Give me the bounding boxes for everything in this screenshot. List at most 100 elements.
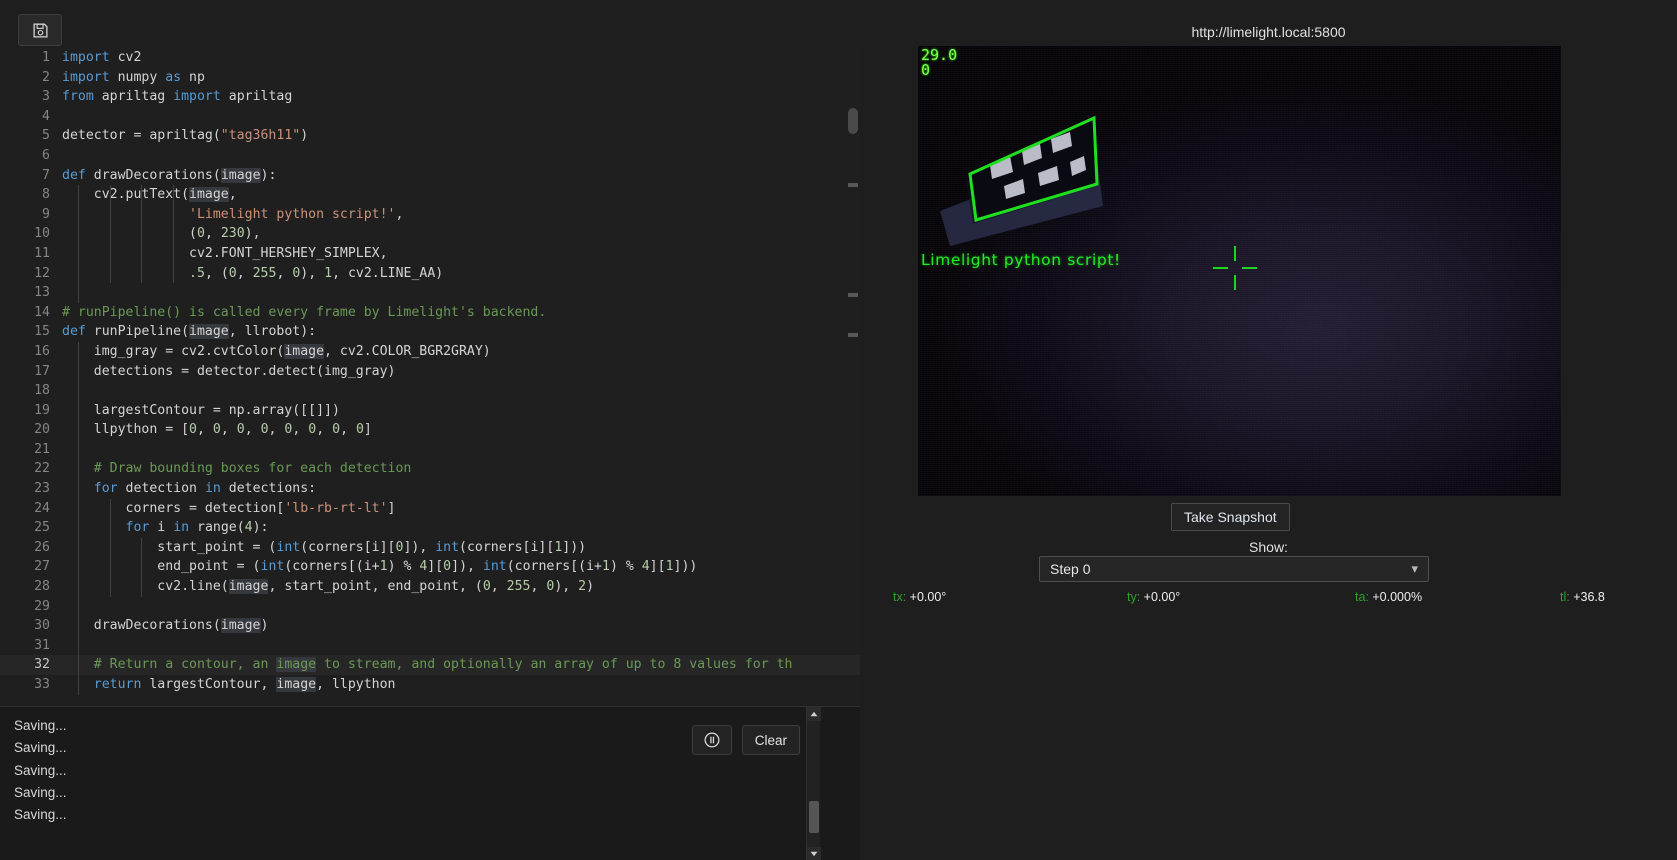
- console-line: Saving...: [14, 762, 67, 778]
- code-line[interactable]: 30 drawDecorations(image): [0, 616, 860, 636]
- code-text: cv2.FONT_HERSHEY_SIMPLEX,: [62, 245, 388, 261]
- code-line[interactable]: 32 # Return a contour, an image to strea…: [0, 655, 860, 675]
- code-text: # runPipeline() is called every frame by…: [62, 304, 547, 320]
- code-line[interactable]: 7 def drawDecorations(image):: [0, 166, 860, 186]
- line-number: 9: [42, 206, 50, 222]
- code-line[interactable]: 2 import numpy as np: [0, 68, 860, 88]
- status-value: +0.000%: [1372, 590, 1423, 604]
- code-line[interactable]: 33 return largestContour, image, llpytho…: [0, 675, 860, 695]
- step-select[interactable]: Step 0 ▾: [1039, 556, 1429, 582]
- code-text: largestContour = np.array([[]]): [62, 402, 340, 418]
- code-line[interactable]: 24 corners = detection['lb-rb-rt-lt']: [0, 498, 860, 519]
- indent-guide: [78, 439, 79, 460]
- code-line[interactable]: 14 # runPipeline() is called every frame …: [0, 303, 860, 323]
- fps-readout-secondary: 0: [921, 61, 931, 79]
- code-line[interactable]: 15 def runPipeline(image, llrobot):: [0, 322, 860, 342]
- code-text: drawDecorations(image): [62, 618, 269, 634]
- code-line[interactable]: 22 # Draw bounding boxes for each detect…: [0, 459, 860, 480]
- crosshair-icon: [1213, 246, 1257, 290]
- line-number: 1: [42, 50, 50, 65]
- code-line[interactable]: 12 .5, (0, 255, 0), 1, cv2.LINE_AA): [0, 263, 860, 284]
- code-line[interactable]: 29: [0, 596, 860, 617]
- indent-guide: [172, 243, 174, 264]
- line-number: 18: [34, 383, 50, 399]
- indent-guide: [78, 655, 79, 675]
- camera-stream[interactable]: 29.0 0 Limelight python script!: [918, 46, 1561, 496]
- indent-guide: [172, 204, 174, 225]
- status-key: tl:: [1560, 590, 1574, 604]
- chevron-down-icon: ▾: [1411, 561, 1418, 576]
- code-line[interactable]: 21: [0, 439, 860, 460]
- code-line[interactable]: 20 llpython = [0, 0, 0, 0, 0, 0, 0, 0]: [0, 420, 860, 440]
- code-line[interactable]: 4: [0, 107, 860, 127]
- indent-guide: [109, 224, 111, 244]
- code-line[interactable]: 9 'Limelight python script!',: [0, 204, 860, 225]
- code-text: import numpy as np: [62, 69, 205, 85]
- status-value: +36.8: [1573, 590, 1605, 604]
- code-line[interactable]: 13: [0, 283, 860, 303]
- indent-guide: [78, 400, 79, 421]
- code-line[interactable]: 25 for i in range(4):: [0, 518, 860, 538]
- code-text: def runPipeline(image, llrobot):: [62, 324, 317, 340]
- console-line: Saving...: [14, 784, 67, 800]
- indent-guide: [78, 420, 79, 440]
- code-line[interactable]: 16 img_gray = cv2.cvtColor(image, cv2.CO…: [0, 341, 860, 362]
- indent-guide: [141, 263, 143, 284]
- code-text: (0, 230),: [62, 226, 261, 242]
- code-line[interactable]: 23 for detection in detections:: [0, 479, 860, 499]
- scroll-marker: [848, 333, 858, 337]
- code-line[interactable]: 11 cv2.FONT_HERSHEY_SIMPLEX,: [0, 243, 860, 264]
- indent-guide: [109, 557, 111, 578]
- code-line[interactable]: 17 detections = detector.detect(img_gray…: [0, 361, 860, 382]
- caret-up-icon: [810, 711, 818, 717]
- code-text: from apriltag import apriltag: [62, 89, 293, 105]
- status-tl: tl: +36.8: [1560, 590, 1605, 604]
- indent-guide: [78, 263, 79, 284]
- line-number: 2: [42, 69, 50, 85]
- show-label: Show:: [1249, 539, 1288, 555]
- indent-guide: [78, 243, 79, 264]
- code-line[interactable]: 6: [0, 146, 860, 166]
- code-line[interactable]: 1 import cv2: [0, 48, 860, 68]
- code-editor[interactable]: 1 import cv2 2 import numpy as np 3 from apri…: [0, 48, 860, 703]
- code-line[interactable]: 5 detector = apriltag("tag36h11"): [0, 126, 860, 146]
- code-text: for i in range(4):: [125, 520, 269, 536]
- console-vertical-scrollbar[interactable]: [806, 707, 821, 860]
- editor-scroll-thumb[interactable]: [848, 108, 858, 134]
- indent-guide: [78, 283, 79, 303]
- line-number: 27: [34, 559, 50, 575]
- line-number: 32: [34, 657, 50, 673]
- code-line[interactable]: 18: [0, 381, 860, 401]
- code-scroll-viewport[interactable]: 1 import cv2 2 import numpy as np 3 from apri…: [0, 48, 860, 703]
- take-snapshot-button[interactable]: Take Snapshot: [1171, 503, 1290, 531]
- code-line[interactable]: 26 start_point = (int(corners[i][0]), in…: [0, 537, 860, 558]
- indent-guide: [78, 381, 79, 401]
- line-number: 33: [34, 677, 50, 692]
- console-line: Saving...: [14, 807, 67, 823]
- editor-toolbar: [0, 0, 860, 48]
- code-text: # Return a contour, an image to stream, …: [62, 657, 793, 673]
- code-line[interactable]: 8 cv2.putText(image,: [0, 185, 860, 205]
- scroll-up-arrow[interactable]: [807, 707, 821, 721]
- save-button[interactable]: [18, 14, 62, 46]
- code-line[interactable]: 28 cv2.line(image, start_point, end_poin…: [0, 577, 860, 597]
- code-line[interactable]: 27 end_point = (int(corners[(i+1) % 4][0…: [0, 557, 860, 578]
- line-number: 23: [34, 481, 50, 497]
- code-line[interactable]: 3 from apriltag import apriltag: [0, 87, 860, 107]
- line-number: 26: [34, 539, 50, 555]
- line-number: 30: [34, 618, 50, 634]
- status-value: +0.00°: [1143, 590, 1181, 604]
- editor-vertical-scrollbar[interactable]: [846, 48, 860, 703]
- code-line[interactable]: 31: [0, 635, 860, 656]
- console-scroll-thumb[interactable]: [809, 801, 819, 833]
- console-buttons: Clear: [691, 725, 800, 755]
- line-number: 15: [34, 324, 50, 340]
- code-line[interactable]: 10 (0, 230),: [0, 224, 860, 244]
- indent-guide: [78, 361, 79, 382]
- pause-button[interactable]: [691, 725, 732, 755]
- clear-button[interactable]: Clear: [741, 725, 800, 755]
- code-line[interactable]: 19 largestContour = np.array([[]]): [0, 400, 860, 421]
- step-select-value: Step 0: [1050, 561, 1091, 577]
- line-number: 11: [34, 245, 50, 261]
- scroll-down-arrow[interactable]: [807, 847, 821, 860]
